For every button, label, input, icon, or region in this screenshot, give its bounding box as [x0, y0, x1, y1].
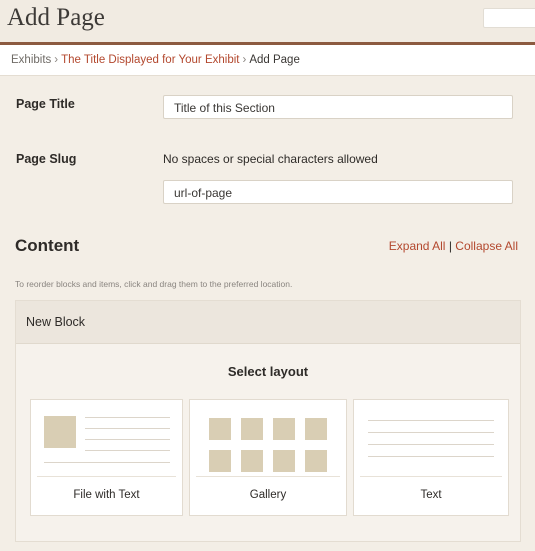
layout-option-file-with-text[interactable]: File with Text: [30, 399, 183, 516]
slug-hint: No spaces or special characters allowed: [163, 152, 378, 166]
text-icon: [360, 406, 502, 477]
breadcrumb-current: Add Page: [249, 54, 300, 66]
breadcrumb-separator: ›: [242, 54, 247, 66]
page-slug-input[interactable]: url-of-page: [163, 180, 513, 204]
page-title-input[interactable]: Title of this Section: [163, 95, 513, 119]
page-header: Add Page: [0, 0, 535, 42]
layout-label: Text: [420, 489, 442, 501]
gallery-icon: [196, 406, 340, 477]
search-input[interactable]: [483, 8, 535, 28]
expand-collapse-links: Expand All | Collapse All: [389, 239, 518, 253]
breadcrumb-separator: ›: [54, 54, 59, 66]
block-panel: New Block Select layout File with Text G…: [15, 300, 521, 542]
file-with-text-icon: [37, 406, 176, 477]
layout-label: Gallery: [249, 489, 287, 501]
breadcrumb: Exhibits › The Title Displayed for Your Ex…: [11, 54, 300, 66]
block-header[interactable]: New Block: [16, 301, 520, 344]
page-title-label: Page Title: [16, 97, 75, 111]
breadcrumb-exhibit-link[interactable]: The Title Displayed for Your Exhibit: [61, 54, 239, 66]
breadcrumb-bar: Exhibits › The Title Displayed for Your Ex…: [0, 45, 535, 76]
reorder-hint: To reorder blocks and items, click and d…: [15, 279, 293, 289]
link-divider: |: [448, 239, 452, 253]
content-heading: Content: [15, 236, 80, 255]
page-title: Add Page: [7, 4, 105, 31]
page-slug-label: Page Slug: [16, 152, 77, 166]
collapse-all-link[interactable]: Collapse All: [455, 239, 518, 253]
layout-option-gallery[interactable]: Gallery: [189, 399, 347, 516]
layout-option-text[interactable]: Text: [353, 399, 509, 516]
expand-all-link[interactable]: Expand All: [389, 239, 446, 253]
breadcrumb-exhibits-link[interactable]: Exhibits: [11, 54, 51, 66]
layout-label: File with Text: [73, 489, 140, 501]
select-layout-heading: Select layout: [227, 364, 309, 379]
block-name: New Block: [26, 315, 86, 329]
